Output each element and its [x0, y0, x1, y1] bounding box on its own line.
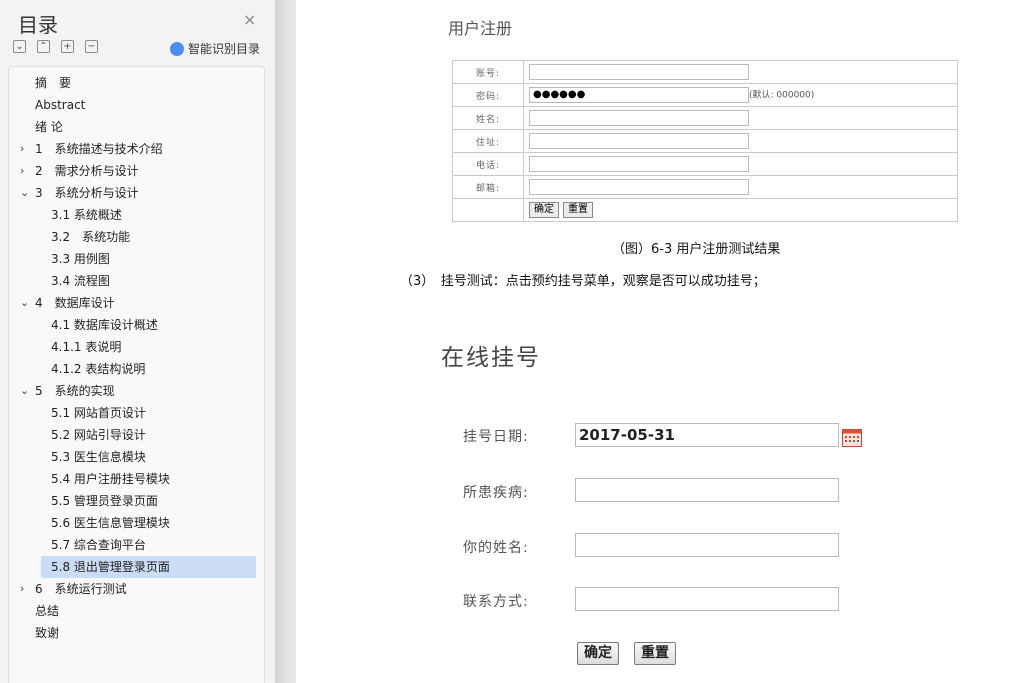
toc-item[interactable]: 摘 要 [35, 72, 71, 94]
address-label: 住址: [452, 129, 524, 153]
booking-ok-button[interactable]: 确定 [577, 642, 619, 665]
chevron-down-icon[interactable]: ⌄ [20, 182, 29, 204]
collapse-all-icon[interactable]: ⌄ [13, 40, 26, 53]
password-hint: (默认: 000000) [749, 90, 815, 101]
toc-item[interactable]: 1 系统描述与技术介绍 [35, 138, 163, 160]
toc-item[interactable]: 5.2 网站引导设计 [51, 424, 146, 446]
password-input[interactable]: ●●●●●● [529, 87, 749, 103]
disease-label: 所患疾病: [463, 485, 529, 501]
password-label: 密码: [452, 83, 524, 107]
page-gutter [276, 0, 296, 683]
email-input[interactable] [529, 179, 749, 195]
register-ok-button[interactable]: 确定 [529, 202, 559, 218]
calendar-icon[interactable] [842, 429, 862, 447]
smart-toc-button[interactable]: 智能识别目录 [170, 40, 260, 57]
expand-up-icon[interactable]: ⌃ [37, 40, 50, 53]
patient-name-label: 你的姓名: [463, 540, 529, 556]
ai-icon [170, 41, 184, 56]
toc-item[interactable]: Abstract [35, 94, 85, 116]
account-label: 账号: [452, 60, 524, 84]
toc-item[interactable]: 3.4 流程图 [51, 270, 110, 292]
disease-input[interactable] [575, 478, 839, 502]
toc-item[interactable]: 3.1 系统概述 [51, 204, 122, 226]
toc-item[interactable]: 5.1 网站首页设计 [51, 402, 146, 424]
name-input[interactable] [529, 110, 749, 126]
date-label: 挂号日期: [463, 429, 529, 445]
close-icon[interactable]: × [243, 10, 256, 29]
phone-input[interactable] [529, 156, 749, 172]
smart-toc-label: 智能识别目录 [188, 42, 261, 56]
toc-item[interactable]: 4.1.2 表结构说明 [51, 358, 145, 380]
toc-item[interactable]: 4.1 数据库设计概述 [51, 314, 158, 336]
toc-item[interactable]: 总结 [35, 600, 59, 622]
toc-item[interactable]: 5.3 医生信息模块 [51, 446, 146, 468]
toc-item[interactable]: 5.4 用户注册挂号模块 [51, 468, 170, 490]
name-label: 姓名: [452, 106, 524, 130]
toc-item[interactable]: 3 系统分析与设计 [35, 182, 139, 204]
toc-item[interactable]: 2 需求分析与设计 [35, 160, 139, 182]
register-form-table: 账号: 密码: ●●●●●● (默认: 000000) 姓名: 住址: 电话: 邮… [452, 60, 958, 222]
chevron-right-icon[interactable]: › [20, 578, 24, 600]
chevron-right-icon[interactable]: › [20, 160, 24, 182]
toc-item[interactable]: 5 系统的实现 [35, 380, 115, 402]
test-paragraph: （3） 挂号测试：点击预约挂号菜单，观察是否可以成功挂号； [400, 274, 766, 289]
toc-item[interactable]: 5.8 退出管理登录页面 [51, 556, 170, 578]
booking-reset-button[interactable]: 重置 [634, 642, 676, 665]
toc-title: 目录 [18, 13, 58, 37]
register-reset-button[interactable]: 重置 [563, 202, 593, 218]
toc-item[interactable]: 6 系统运行测试 [35, 578, 127, 600]
date-input[interactable]: 2017-05-31 [575, 423, 839, 447]
account-input[interactable] [529, 64, 749, 80]
toc-item[interactable]: 5.7 综合查询平台 [51, 534, 146, 556]
toc-item[interactable]: 绪 论 [35, 116, 63, 138]
booking-title: 在线挂号 [441, 345, 541, 371]
document-page: 用户注册 账号: 密码: ●●●●●● (默认: 000000) 姓名: 住址: … [296, 0, 1029, 683]
chevron-right-icon[interactable]: › [20, 138, 24, 160]
toc-item[interactable]: 5.6 医生信息管理模块 [51, 512, 170, 534]
expand-icon[interactable]: + [61, 40, 74, 53]
collapse-icon[interactable]: − [85, 40, 98, 53]
toc-item[interactable]: 3.3 用例图 [51, 248, 110, 270]
chevron-down-icon[interactable]: ⌄ [20, 292, 29, 314]
figure-caption: （图）6-3 用户注册测试结果 [612, 242, 781, 257]
patient-name-input[interactable] [575, 533, 839, 557]
register-title: 用户注册 [448, 19, 513, 38]
contact-input[interactable] [575, 587, 839, 611]
toc-item[interactable]: 4.1.1 表说明 [51, 336, 121, 358]
email-label: 邮箱: [452, 175, 524, 199]
toc-sidebar: 目录 × ⌄ ⌃ + − 智能识别目录 摘 要 Abstract 绪 论 › 1 系统描… [0, 0, 276, 683]
contact-label: 联系方式: [463, 594, 529, 610]
button-row-spacer [452, 198, 524, 222]
toc-item[interactable]: 致谢 [35, 622, 59, 644]
phone-label: 电话: [452, 152, 524, 176]
toc-item[interactable]: 5.5 管理员登录页面 [51, 490, 158, 512]
toc-item[interactable]: 3.2 系统功能 [51, 226, 130, 248]
address-input[interactable] [529, 133, 749, 149]
toc-item[interactable]: 4 数据库设计 [35, 292, 115, 314]
chevron-down-icon[interactable]: ⌄ [20, 380, 29, 402]
